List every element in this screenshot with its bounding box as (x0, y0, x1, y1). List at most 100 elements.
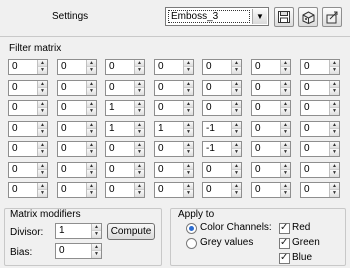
red-checkbox[interactable] (279, 222, 290, 234)
color-channels-radio[interactable] (186, 223, 197, 234)
matrix-cell-spinbox[interactable]: 0 ▲ ▼ (251, 100, 291, 116)
matrix-cell-spinbox[interactable]: 1 ▲ ▼ (105, 121, 145, 137)
matrix-cell-stepper[interactable]: ▲ ▼ (86, 101, 96, 115)
matrix-cell-stepper[interactable]: ▲ ▼ (231, 183, 241, 197)
matrix-cell-stepper[interactable]: ▲ ▼ (280, 60, 290, 74)
bias-stepper[interactable]: ▲ ▼ (91, 244, 101, 258)
matrix-cell-stepper[interactable]: ▲ ▼ (280, 183, 290, 197)
matrix-cell-stepper[interactable]: ▲ ▼ (37, 183, 47, 197)
compute-button[interactable]: Compute (107, 223, 155, 240)
chevron-down-icon[interactable]: ▼ (252, 9, 267, 24)
matrix-cell-spinbox[interactable]: 0 ▲ ▼ (105, 59, 145, 75)
matrix-cell-spinbox[interactable]: 0 ▲ ▼ (202, 162, 242, 178)
matrix-cell-spinbox[interactable]: 0 ▲ ▼ (57, 162, 97, 178)
matrix-cell-spinbox[interactable]: 0 ▲ ▼ (251, 80, 291, 96)
matrix-cell-spinbox[interactable]: 0 ▲ ▼ (300, 100, 340, 116)
matrix-cell-stepper[interactable]: ▲ ▼ (231, 60, 241, 74)
matrix-cell-stepper[interactable]: ▲ ▼ (329, 142, 339, 156)
save-preset-button[interactable] (274, 7, 294, 27)
matrix-cell-spinbox[interactable]: 0 ▲ ▼ (57, 182, 97, 198)
matrix-cell-spinbox[interactable]: 0 ▲ ▼ (202, 80, 242, 96)
matrix-cell-spinbox[interactable]: 0 ▲ ▼ (57, 141, 97, 157)
matrix-cell-spinbox[interactable]: 0 ▲ ▼ (300, 162, 340, 178)
grey-values-radio[interactable] (186, 238, 197, 249)
matrix-cell-stepper[interactable]: ▲ ▼ (37, 163, 47, 177)
load-preset-button[interactable] (298, 7, 318, 27)
divisor-stepper[interactable]: ▲ ▼ (91, 224, 101, 238)
matrix-cell-spinbox[interactable]: 0 ▲ ▼ (57, 100, 97, 116)
matrix-cell-stepper[interactable]: ▲ ▼ (329, 81, 339, 95)
matrix-cell-spinbox[interactable]: 0 ▲ ▼ (300, 121, 340, 137)
matrix-cell-stepper[interactable]: ▲ ▼ (86, 60, 96, 74)
matrix-cell-spinbox[interactable]: 0 ▲ ▼ (251, 141, 291, 157)
matrix-cell-spinbox[interactable]: 0 ▲ ▼ (300, 141, 340, 157)
matrix-cell-spinbox[interactable]: 0 ▲ ▼ (251, 182, 291, 198)
matrix-cell-stepper[interactable]: ▲ ▼ (183, 163, 193, 177)
matrix-cell-spinbox[interactable]: 0 ▲ ▼ (8, 162, 48, 178)
matrix-cell-stepper[interactable]: ▲ ▼ (134, 60, 144, 74)
matrix-cell-stepper[interactable]: ▲ ▼ (280, 142, 290, 156)
matrix-cell-stepper[interactable]: ▲ ▼ (280, 163, 290, 177)
matrix-cell-spinbox[interactable]: 0 ▲ ▼ (105, 80, 145, 96)
matrix-cell-stepper[interactable]: ▲ ▼ (183, 142, 193, 156)
matrix-cell-spinbox[interactable]: 0 ▲ ▼ (202, 59, 242, 75)
matrix-cell-spinbox[interactable]: 0 ▲ ▼ (154, 80, 194, 96)
matrix-cell-stepper[interactable]: ▲ ▼ (231, 101, 241, 115)
matrix-cell-stepper[interactable]: ▲ ▼ (134, 81, 144, 95)
matrix-cell-stepper[interactable]: ▲ ▼ (37, 81, 47, 95)
matrix-cell-stepper[interactable]: ▲ ▼ (183, 183, 193, 197)
matrix-cell-stepper[interactable]: ▲ ▼ (134, 142, 144, 156)
matrix-cell-stepper[interactable]: ▲ ▼ (231, 142, 241, 156)
matrix-cell-spinbox[interactable]: 0 ▲ ▼ (202, 182, 242, 198)
matrix-cell-spinbox[interactable]: 0 ▲ ▼ (300, 182, 340, 198)
matrix-cell-stepper[interactable]: ▲ ▼ (134, 183, 144, 197)
matrix-cell-spinbox[interactable]: -1 ▲ ▼ (202, 141, 242, 157)
matrix-cell-spinbox[interactable]: 0 ▲ ▼ (8, 59, 48, 75)
matrix-cell-spinbox[interactable]: 0 ▲ ▼ (8, 80, 48, 96)
green-checkbox[interactable] (279, 237, 290, 249)
blue-checkbox[interactable] (279, 252, 290, 264)
divisor-spinbox[interactable]: 1 ▲ ▼ (55, 223, 102, 239)
matrix-cell-stepper[interactable]: ▲ ▼ (37, 142, 47, 156)
color-channels-label[interactable]: Color Channels: (200, 222, 272, 233)
matrix-cell-spinbox[interactable]: 0 ▲ ▼ (202, 100, 242, 116)
matrix-cell-spinbox[interactable]: 0 ▲ ▼ (300, 59, 340, 75)
matrix-cell-spinbox[interactable]: 0 ▲ ▼ (8, 182, 48, 198)
matrix-cell-spinbox[interactable]: 0 ▲ ▼ (154, 162, 194, 178)
blue-label[interactable]: Blue (292, 252, 312, 263)
matrix-cell-stepper[interactable]: ▲ ▼ (231, 163, 241, 177)
red-label[interactable]: Red (292, 222, 310, 233)
matrix-cell-stepper[interactable]: ▲ ▼ (231, 122, 241, 136)
matrix-cell-stepper[interactable]: ▲ ▼ (183, 81, 193, 95)
matrix-cell-spinbox[interactable]: 0 ▲ ▼ (57, 59, 97, 75)
matrix-cell-spinbox[interactable]: 0 ▲ ▼ (154, 100, 194, 116)
matrix-cell-spinbox[interactable]: 0 ▲ ▼ (57, 80, 97, 96)
matrix-cell-spinbox[interactable]: 1 ▲ ▼ (154, 121, 194, 137)
matrix-cell-stepper[interactable]: ▲ ▼ (134, 163, 144, 177)
bias-spinbox[interactable]: 0 ▲ ▼ (55, 243, 102, 259)
matrix-cell-spinbox[interactable]: 1 ▲ ▼ (105, 100, 145, 116)
matrix-cell-spinbox[interactable]: 0 ▲ ▼ (154, 141, 194, 157)
matrix-cell-stepper[interactable]: ▲ ▼ (329, 101, 339, 115)
matrix-cell-stepper[interactable]: ▲ ▼ (37, 101, 47, 115)
matrix-cell-spinbox[interactable]: 0 ▲ ▼ (105, 141, 145, 157)
matrix-cell-stepper[interactable]: ▲ ▼ (86, 122, 96, 136)
preset-dropdown[interactable]: Emboss_3 ▼ (165, 7, 269, 26)
matrix-cell-spinbox[interactable]: 0 ▲ ▼ (154, 182, 194, 198)
matrix-cell-stepper[interactable]: ▲ ▼ (134, 122, 144, 136)
matrix-cell-spinbox[interactable]: 0 ▲ ▼ (57, 121, 97, 137)
matrix-cell-spinbox[interactable]: 0 ▲ ▼ (8, 141, 48, 157)
matrix-cell-spinbox[interactable]: 0 ▲ ▼ (8, 100, 48, 116)
green-label[interactable]: Green (292, 237, 320, 248)
matrix-cell-spinbox[interactable]: 0 ▲ ▼ (251, 121, 291, 137)
matrix-cell-spinbox[interactable]: 0 ▲ ▼ (8, 121, 48, 137)
matrix-cell-stepper[interactable]: ▲ ▼ (86, 163, 96, 177)
matrix-cell-stepper[interactable]: ▲ ▼ (231, 81, 241, 95)
matrix-cell-stepper[interactable]: ▲ ▼ (86, 142, 96, 156)
grey-values-label[interactable]: Grey values (200, 237, 253, 248)
matrix-cell-stepper[interactable]: ▲ ▼ (183, 122, 193, 136)
matrix-cell-spinbox[interactable]: 0 ▲ ▼ (105, 182, 145, 198)
matrix-cell-stepper[interactable]: ▲ ▼ (37, 122, 47, 136)
matrix-cell-stepper[interactable]: ▲ ▼ (37, 60, 47, 74)
matrix-cell-spinbox[interactable]: 0 ▲ ▼ (251, 162, 291, 178)
